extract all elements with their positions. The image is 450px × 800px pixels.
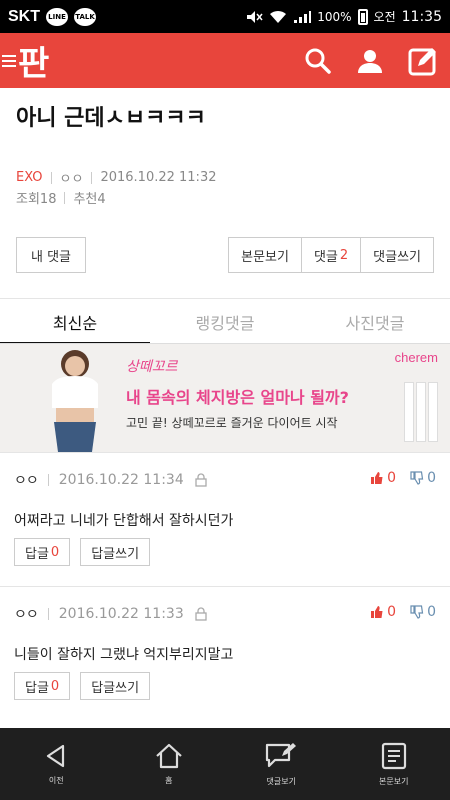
write-reply-button[interactable]: 답글쓰기 xyxy=(80,672,151,700)
user-icon[interactable] xyxy=(356,47,384,75)
battery-percent: 100% xyxy=(317,9,352,24)
write-comment-button[interactable]: 댓글쓰기 xyxy=(360,237,434,273)
upvote-count: 0 xyxy=(387,604,397,620)
line-app-icon: LINE xyxy=(46,7,68,26)
divider xyxy=(0,298,450,299)
divider xyxy=(47,608,49,620)
status-bar: SKT LINE TALK 100% 오전 11:35 xyxy=(0,0,450,33)
comments-count: 2 xyxy=(339,247,349,263)
reply-label: 답글 xyxy=(25,546,49,562)
lock-icon xyxy=(195,473,207,487)
nav-back[interactable]: 이전 xyxy=(0,728,113,800)
home-icon xyxy=(156,743,182,768)
comment-date: 2016.10.22 11:33 xyxy=(58,606,184,622)
comments-button[interactable]: 댓글 2 xyxy=(300,237,362,273)
wifi-icon xyxy=(270,10,287,23)
comment-actions: 답글 0 답글쓰기 xyxy=(14,538,151,566)
lock-icon xyxy=(195,607,207,621)
nav-comments-label: 댓글보기 xyxy=(266,776,296,786)
thumbs-up-icon xyxy=(371,472,383,484)
downvote-count: 0 xyxy=(427,470,436,486)
ad-banner[interactable]: 상떼꼬르 cherem 내 몸속의 체지방은 얼마나 될까? 고민 끝! 상떼꼬… xyxy=(0,344,450,452)
comment-actions: 답글 0 답글쓰기 xyxy=(14,672,151,700)
comment-item: ㅇㅇ 2016.10.22 11:33 0 0 니들이 잘하지 그랬냐 억지부리… xyxy=(0,586,450,720)
ad-model-image xyxy=(52,350,98,452)
nav-home[interactable]: 홈 xyxy=(113,728,226,800)
kakaotalk-app-icon: TALK xyxy=(74,7,96,26)
ad-brand-logo: cherem xyxy=(394,350,438,365)
article-tag[interactable]: EXO xyxy=(16,170,43,185)
comment-votes: 0 0 xyxy=(370,604,436,620)
menu-icon[interactable] xyxy=(2,54,16,67)
ad-headline: 내 몸속의 체지방은 얼마나 될까? xyxy=(126,388,349,407)
my-comments-button[interactable]: 내 댓글 xyxy=(16,237,86,273)
divider xyxy=(47,474,49,486)
reply-count-button[interactable]: 답글 0 xyxy=(14,538,71,566)
comment-meta: ㅇㅇ 2016.10.22 11:33 xyxy=(14,604,208,624)
divider xyxy=(64,191,66,204)
divider xyxy=(91,171,93,184)
comment-author: ㅇㅇ xyxy=(14,473,39,489)
divider xyxy=(50,171,52,184)
nav-comments[interactable]: 댓글보기 xyxy=(225,728,338,800)
comment-votes: 0 0 xyxy=(370,470,436,486)
nav-home-label: 홈 xyxy=(165,775,173,785)
clock: 11:35 xyxy=(401,8,442,25)
thumbs-up-icon xyxy=(371,606,383,618)
mute-icon xyxy=(247,10,263,23)
recommend-count: 추천4 xyxy=(73,192,106,207)
back-icon xyxy=(47,744,65,767)
nav-article[interactable]: 본문보기 xyxy=(338,728,450,800)
thumbs-down-icon xyxy=(410,605,424,619)
reply-count-button[interactable]: 답글 0 xyxy=(14,672,71,700)
comments-label: 댓글 xyxy=(313,249,338,265)
search-icon[interactable] xyxy=(304,47,332,75)
article-author: ㅇㅇ xyxy=(59,172,84,187)
upvote-button[interactable]: 0 xyxy=(370,604,396,620)
ad-subline: 고민 끝! 상떼꼬르로 즐거운 다이어트 시작 xyxy=(126,416,338,430)
article-actions: 본문보기 댓글 2 댓글쓰기 xyxy=(228,237,434,273)
comment-text: 니들이 잘하지 그랬냐 억지부리지말고 xyxy=(14,647,234,663)
reply-count: 0 xyxy=(50,678,60,694)
view-count: 조회18 xyxy=(16,192,57,207)
upvote-button[interactable]: 0 xyxy=(370,470,396,486)
bottom-nav: 이전 홈 댓글보기 본문보기 xyxy=(0,728,450,800)
article-date: 2016.10.22 11:32 xyxy=(100,170,217,185)
comment-date: 2016.10.22 11:34 xyxy=(58,472,184,488)
document-icon xyxy=(381,742,406,769)
tab-latest[interactable]: 최신순 xyxy=(0,300,150,344)
nav-article-label: 본문보기 xyxy=(379,776,409,786)
article-meta: EXO ㅇㅇ 2016.10.22 11:32 xyxy=(16,168,216,187)
edit-icon[interactable] xyxy=(408,46,438,76)
tab-ranking[interactable]: 랭킹댓글 xyxy=(150,300,300,344)
battery-icon xyxy=(357,8,368,25)
comment-meta: ㅇㅇ 2016.10.22 11:34 xyxy=(14,470,208,490)
ad-brand-script: 상떼꼬르 xyxy=(126,359,178,375)
comment-item: ㅇㅇ 2016.10.22 11:34 0 0 어쩌라고 니네가 단합해서 잘하… xyxy=(0,452,450,586)
comment-icon xyxy=(266,742,297,767)
article-stats: 조회18 추천4 xyxy=(16,188,106,207)
downvote-button[interactable]: 0 xyxy=(410,604,436,620)
write-reply-button[interactable]: 답글쓰기 xyxy=(80,538,151,566)
upvote-count: 0 xyxy=(387,470,397,486)
reply-label: 답글 xyxy=(25,680,49,696)
comment-text: 어쩌라고 니네가 단합해서 잘하시던가 xyxy=(14,513,234,529)
ad-product-image xyxy=(404,382,438,442)
downvote-button[interactable]: 0 xyxy=(410,470,436,486)
app-logo[interactable]: 판 xyxy=(18,36,49,85)
nav-back-label: 이전 xyxy=(48,775,64,785)
tab-photo[interactable]: 사진댓글 xyxy=(300,300,450,344)
signal-icon xyxy=(294,10,312,23)
article-title: 아니 근데ㅅㅂㅋㅋㅋ xyxy=(16,106,206,131)
app-header: 판 xyxy=(0,33,450,88)
view-original-button[interactable]: 본문보기 xyxy=(228,237,302,273)
time-period: 오전 xyxy=(373,10,396,24)
thumbs-down-icon xyxy=(410,471,424,485)
carrier-label: SKT xyxy=(8,7,40,25)
downvote-count: 0 xyxy=(427,604,436,620)
comment-author: ㅇㅇ xyxy=(14,607,39,623)
comment-tabs: 최신순 랭킹댓글 사진댓글 xyxy=(0,300,450,344)
reply-count: 0 xyxy=(50,544,60,560)
